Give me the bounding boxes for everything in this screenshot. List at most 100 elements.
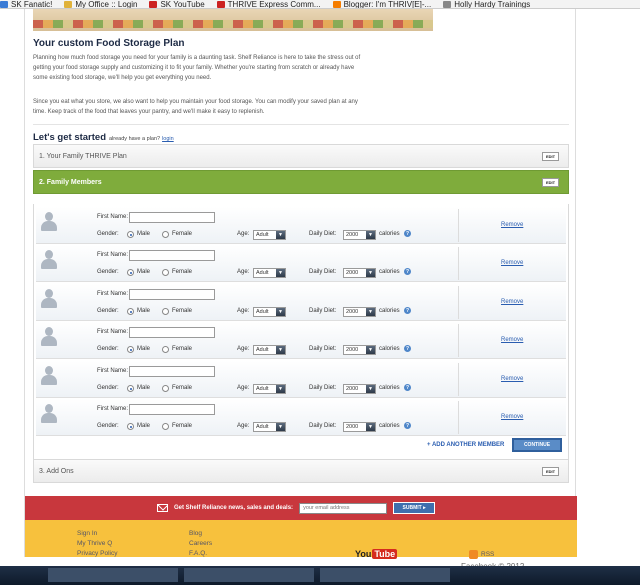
taskbar-window-1[interactable] [48,568,178,582]
footer-link-my-thrive-q[interactable]: My Thrive Q [77,540,112,547]
taskbar-window-3[interactable] [320,568,450,582]
age-select[interactable]: Adult ▼ [253,307,286,317]
age-select-value: Adult [256,309,269,315]
first-name-input[interactable] [129,289,215,300]
first-name-input[interactable] [129,327,215,338]
gender-female-radio[interactable] [162,423,169,430]
help-icon[interactable]: ? [404,384,411,391]
chevron-down-icon: ▼ [276,269,285,277]
daily-diet-select[interactable]: 2000 ▼ [343,345,376,355]
gender-female-label: Female [172,346,193,352]
daily-diet-select[interactable]: 2000 ▼ [343,384,376,394]
help-icon[interactable]: ? [404,422,411,429]
edit-family-members-button[interactable]: EDIT [542,178,559,187]
bookmark-item[interactable]: Holly Hardy Trainings [443,0,530,8]
gender-female-radio[interactable] [162,308,169,315]
footer-link-faq[interactable]: F.A.Q. [189,550,207,557]
gender-male-radio[interactable] [127,346,134,353]
gender-female-radio[interactable] [162,346,169,353]
section-family-members[interactable]: 2. Family Members EDIT [33,170,569,194]
section-add-ons[interactable]: 3. Add Ons EDIT [33,459,569,483]
column-divider [458,247,459,280]
age-select[interactable]: Adult ▼ [253,268,286,278]
gender-male-radio[interactable] [127,231,134,238]
help-icon[interactable]: ? [404,230,411,237]
rss-label: RSS [481,551,495,558]
calories-label: calories [379,385,400,391]
footer-link-privacy-policy[interactable]: Privacy Policy [77,550,117,557]
age-select[interactable]: Adult ▼ [253,230,286,240]
youtube-logo-you: You [355,549,372,559]
help-icon[interactable]: ? [404,345,411,352]
daily-diet-value: 2000 [346,424,359,430]
bookmark-item[interactable]: Blogger: I'm THRIV[E]-... [332,0,431,8]
gender-male-radio[interactable] [127,423,134,430]
footer-link-blog[interactable]: Blog [189,530,202,537]
family-member-row: First Name: Gender: Male Female Age: Adu… [36,322,566,359]
daily-diet-select[interactable]: 2000 ▼ [343,422,376,432]
daily-diet-select[interactable]: 2000 ▼ [343,307,376,317]
family-member-row: First Name: Gender: Male Female Age: Adu… [36,245,566,282]
family-members-list: First Name: Gender: Male Female Age: Adu… [33,204,569,467]
first-name-input[interactable] [129,404,215,415]
rss-link[interactable]: RSS [469,550,494,559]
daily-diet-label: Daily Diet: [309,269,337,275]
login-link[interactable]: login [162,136,174,142]
bookmark-item[interactable]: My Office :: Login [64,0,137,8]
avatar-silhouette-icon [40,212,57,231]
chevron-down-icon: ▼ [366,231,375,239]
bookmark-item[interactable]: SK Fanatic! [0,0,52,8]
bookmark-label: THRIVE Express Comm... [227,0,321,9]
first-name-input[interactable] [129,212,215,223]
help-icon[interactable]: ? [404,268,411,275]
age-select[interactable]: Adult ▼ [253,384,286,394]
bookmark-item[interactable]: THRIVE Express Comm... [216,0,321,9]
edit-add-ons-button[interactable]: EDIT [542,467,559,476]
gender-male-radio[interactable] [127,269,134,276]
gender-male-label: Male [137,231,151,237]
newsletter-email-input[interactable]: your email address [299,502,388,514]
section-thrive-plan-label: 1. Your Family THRIVE Plan [39,152,127,160]
first-name-input[interactable] [129,366,215,377]
taskbar-window-2[interactable] [184,568,314,582]
gender-female-radio[interactable] [162,231,169,238]
gender-female-label: Female [172,308,193,314]
help-icon[interactable]: ? [404,307,411,314]
remove-member-link[interactable]: Remove [501,414,523,420]
daily-diet-select[interactable]: 2000 ▼ [343,268,376,278]
newsletter-submit-button[interactable]: SUBMIT ▸ [393,502,436,514]
first-name-input[interactable] [129,250,215,261]
intro-paragraph-2: Since you eat what you store, we also wa… [33,99,358,115]
chevron-down-icon: ▼ [276,385,285,393]
footer-link-careers[interactable]: Careers [189,540,212,547]
chevron-down-icon: ▼ [366,308,375,316]
daily-diet-value: 2000 [346,347,359,353]
gender-male-radio[interactable] [127,308,134,315]
remove-member-link[interactable]: Remove [501,222,523,228]
daily-diet-label: Daily Diet: [309,385,337,391]
age-select[interactable]: Adult ▼ [253,345,286,355]
edit-thrive-plan-button[interactable]: EDIT [542,152,559,161]
age-select-value: Adult [256,347,269,353]
divider [33,124,569,125]
remove-member-link[interactable]: Remove [501,260,523,266]
section-thrive-plan[interactable]: 1. Your Family THRIVE Plan EDIT [33,144,569,168]
bookmark-favicon-icon [443,0,452,8]
remove-member-link[interactable]: Remove [501,299,523,305]
remove-member-link[interactable]: Remove [501,376,523,382]
age-select[interactable]: Adult ▼ [253,422,286,432]
bookmark-item[interactable]: SK YouTube [149,0,205,8]
gender-male-label: Male [137,308,151,314]
continue-button[interactable]: CONTINUE [512,438,562,452]
remove-member-link[interactable]: Remove [501,337,523,343]
footer-link-sign-in[interactable]: Sign In [77,530,97,537]
daily-diet-select[interactable]: 2000 ▼ [343,230,376,240]
age-label: Age: [237,231,250,237]
gender-male-radio[interactable] [127,385,134,392]
gender-female-radio[interactable] [162,385,169,392]
add-another-member-link[interactable]: + ADD ANOTHER MEMBER [427,442,504,448]
youtube-link[interactable]: You Tube [355,549,398,559]
gender-female-radio[interactable] [162,269,169,276]
age-label: Age: [237,423,250,429]
gender-label: Gender: [97,346,119,352]
